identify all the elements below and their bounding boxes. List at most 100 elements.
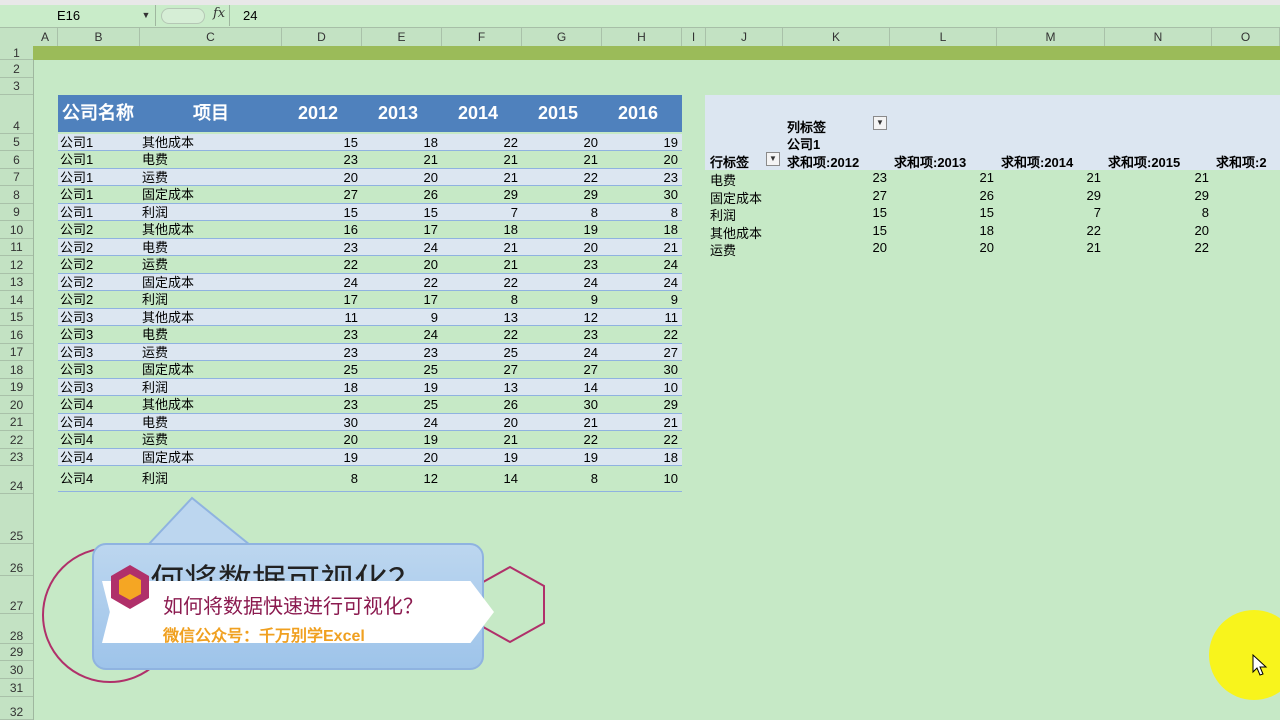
value-cell[interactable]: 21	[458, 256, 518, 274]
row-header[interactable]: 22	[0, 431, 33, 449]
value-cell[interactable]: 26	[378, 186, 438, 204]
company-cell[interactable]: 公司4	[60, 466, 93, 492]
value-cell[interactable]: 27	[298, 186, 358, 204]
pivot-row-label-cell[interactable]: 利润	[710, 205, 736, 224]
row-header[interactable]: 8	[0, 186, 33, 204]
value-cell[interactable]: 24	[378, 239, 438, 256]
value-cell[interactable]: 17	[378, 221, 438, 239]
value-cell[interactable]: 25	[378, 361, 438, 379]
value-cell[interactable]: 24	[298, 274, 358, 291]
company-cell[interactable]: 公司1	[60, 134, 93, 151]
value-cell[interactable]: 22	[298, 256, 358, 274]
insert-function-icon[interactable]: fx	[213, 6, 225, 21]
value-cell[interactable]: 23	[538, 326, 598, 344]
company-cell[interactable]: 公司1	[60, 169, 93, 186]
formula-input[interactable]: 24	[243, 5, 257, 26]
column-header[interactable]: A	[33, 28, 58, 46]
pivot-value-cell[interactable]: 21	[1159, 170, 1209, 185]
item-cell[interactable]: 固定成本	[142, 361, 194, 379]
company-cell[interactable]: 公司3	[60, 344, 93, 361]
value-cell[interactable]: 20	[538, 134, 598, 151]
value-cell[interactable]: 21	[618, 414, 678, 431]
value-cell[interactable]: 21	[458, 239, 518, 256]
item-cell[interactable]: 固定成本	[142, 449, 194, 466]
value-cell[interactable]: 12	[378, 466, 438, 492]
value-cell[interactable]: 13	[458, 309, 518, 326]
item-cell[interactable]: 利润	[142, 291, 168, 309]
item-cell[interactable]: 其他成本	[142, 396, 194, 414]
item-cell[interactable]: 利润	[142, 379, 168, 396]
value-cell[interactable]: 24	[538, 344, 598, 361]
value-cell[interactable]: 21	[538, 151, 598, 169]
company-cell[interactable]: 公司4	[60, 431, 93, 449]
value-cell[interactable]: 22	[618, 326, 678, 344]
item-cell[interactable]: 电费	[142, 239, 168, 256]
value-cell[interactable]: 30	[618, 186, 678, 204]
value-cell[interactable]: 22	[538, 169, 598, 186]
company-cell[interactable]: 公司3	[60, 379, 93, 396]
item-cell[interactable]: 运费	[142, 169, 168, 186]
column-header[interactable]: K	[783, 28, 890, 46]
value-cell[interactable]: 27	[458, 361, 518, 379]
row-header[interactable]: 10	[0, 221, 33, 239]
value-cell[interactable]: 25	[378, 396, 438, 414]
value-cell[interactable]: 17	[378, 291, 438, 309]
row-header[interactable]: 32	[0, 697, 33, 720]
column-header[interactable]: O	[1212, 28, 1280, 46]
value-cell[interactable]: 19	[378, 379, 438, 396]
company-cell[interactable]: 公司4	[60, 396, 93, 414]
value-cell[interactable]: 20	[378, 449, 438, 466]
row-header[interactable]: 18	[0, 361, 33, 379]
value-cell[interactable]: 9	[538, 291, 598, 309]
company-cell[interactable]: 公司2	[60, 239, 93, 256]
row-header[interactable]: 5	[0, 134, 33, 151]
value-cell[interactable]: 8	[618, 204, 678, 221]
pivot-row-label-cell[interactable]: 固定成本	[710, 188, 762, 207]
value-cell[interactable]: 18	[618, 221, 678, 239]
pivot-value-cell[interactable]: 22	[1051, 223, 1101, 238]
chevron-down-icon[interactable]: ▼	[139, 5, 153, 26]
pivot-value-cell[interactable]: 20	[837, 240, 887, 255]
value-cell[interactable]: 27	[538, 361, 598, 379]
item-cell[interactable]: 利润	[142, 466, 168, 492]
item-cell[interactable]: 固定成本	[142, 186, 194, 204]
value-cell[interactable]: 20	[378, 169, 438, 186]
header-2013[interactable]: 2013	[378, 95, 418, 132]
value-cell[interactable]: 8	[538, 204, 598, 221]
row-header[interactable]: 27	[0, 576, 33, 614]
pivot-value-cell[interactable]: 15	[837, 223, 887, 238]
value-cell[interactable]: 22	[618, 431, 678, 449]
value-cell[interactable]: 30	[298, 414, 358, 431]
value-cell[interactable]: 7	[458, 204, 518, 221]
value-cell[interactable]: 24	[618, 256, 678, 274]
value-cell[interactable]: 22	[538, 431, 598, 449]
column-header[interactable]: F	[442, 28, 522, 46]
row-header[interactable]: 29	[0, 644, 33, 661]
value-cell[interactable]: 19	[538, 449, 598, 466]
company-cell[interactable]: 公司2	[60, 221, 93, 239]
pivot-value-cell[interactable]: 21	[944, 170, 994, 185]
pivot-value-cell[interactable]: 8	[1159, 205, 1209, 220]
column-header[interactable]: J	[706, 28, 783, 46]
value-cell[interactable]: 22	[458, 274, 518, 291]
value-cell[interactable]: 19	[618, 134, 678, 151]
column-header[interactable]: L	[890, 28, 997, 46]
value-cell[interactable]: 18	[458, 221, 518, 239]
item-cell[interactable]: 电费	[142, 326, 168, 344]
value-cell[interactable]: 15	[378, 204, 438, 221]
header-company[interactable]: 公司名称	[62, 95, 134, 132]
value-cell[interactable]: 25	[458, 344, 518, 361]
company-cell[interactable]: 公司1	[60, 186, 93, 204]
column-header[interactable]: H	[602, 28, 682, 46]
value-cell[interactable]: 29	[458, 186, 518, 204]
value-cell[interactable]: 22	[378, 274, 438, 291]
item-cell[interactable]: 运费	[142, 344, 168, 361]
item-cell[interactable]: 运费	[142, 256, 168, 274]
item-cell[interactable]: 电费	[142, 151, 168, 169]
column-header[interactable]: E	[362, 28, 442, 46]
pivot-row-label-cell[interactable]: 运费	[710, 240, 736, 259]
column-header[interactable]: M	[997, 28, 1105, 46]
company-cell[interactable]: 公司2	[60, 291, 93, 309]
value-cell[interactable]: 11	[298, 309, 359, 326]
row-header[interactable]: 24	[0, 466, 33, 494]
